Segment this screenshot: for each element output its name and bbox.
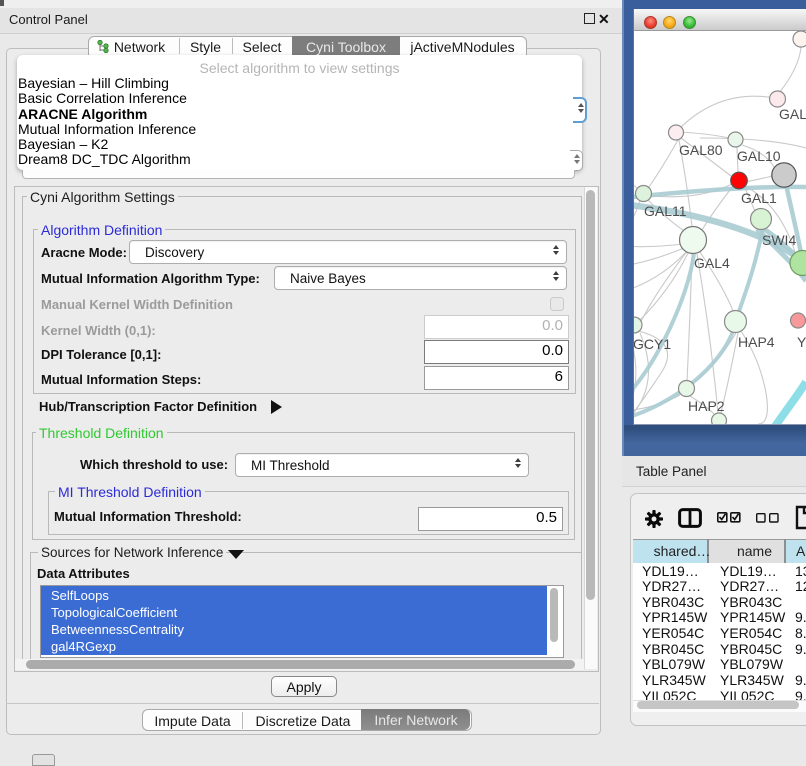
svg-text:GAL1: GAL1 <box>741 190 777 206</box>
svg-text:Y: Y <box>797 334 806 350</box>
svg-text:GCY1: GCY1 <box>634 336 671 352</box>
svg-text:HAP4: HAP4 <box>738 334 775 350</box>
svg-text:GAL80: GAL80 <box>679 142 723 158</box>
svg-text:GAL4: GAL4 <box>694 255 730 271</box>
svg-text:GAL10: GAL10 <box>737 148 781 164</box>
svg-text:SWI4: SWI4 <box>762 232 796 248</box>
svg-text:GAL11: GAL11 <box>644 203 687 219</box>
svg-text:HAP2: HAP2 <box>688 398 725 414</box>
svg-text:GAL7: GAL7 <box>779 106 806 122</box>
